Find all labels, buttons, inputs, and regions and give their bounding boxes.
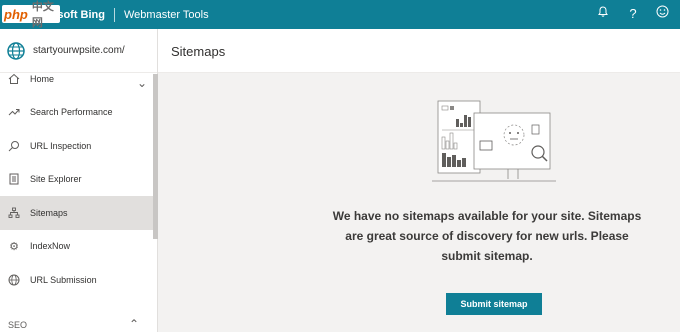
document-icon — [8, 173, 20, 185]
product-label: Webmaster Tools — [124, 8, 209, 21]
sidebar-item-url-inspection[interactable]: URL Inspection — [0, 129, 153, 163]
site-url: startyourwpsite.com/ — [33, 45, 125, 56]
sidebar-item-label: Search Performance — [30, 107, 113, 118]
empty-state-line: submit sitemap. — [441, 249, 533, 263]
home-icon — [8, 73, 20, 85]
sidebar-item-indexnow[interactable]: ⚙ IndexNow — [0, 230, 153, 264]
sidebar-item-label: URL Submission — [30, 274, 97, 285]
gear-icon: ⚙ — [9, 240, 19, 253]
sidebar-item-label: IndexNow — [30, 241, 71, 252]
question-icon[interactable]: ? — [624, 5, 642, 23]
brand-divider — [114, 7, 115, 22]
empty-state-line: are great source of discovery for new ur… — [345, 229, 629, 243]
trend-icon — [8, 106, 20, 118]
main-content: We have no sitemaps available for your s… — [158, 73, 680, 332]
watermark-logo: php 中文网 — [2, 1, 60, 29]
empty-state-message: We have no sitemaps available for your s… — [328, 206, 646, 266]
page-header: Sitemaps — [158, 29, 680, 73]
page-title: Sitemaps — [171, 44, 226, 59]
sidebar-item-label: Sitemaps — [30, 207, 68, 218]
sidebar-item-url-submission[interactable]: URL Submission — [0, 263, 153, 297]
empty-state-line: We have no sitemaps available for your s… — [332, 209, 642, 223]
chevron-up-icon[interactable]: ⌃ — [129, 317, 139, 331]
sidebar-item-home[interactable]: Home — [0, 62, 153, 96]
top-bar: Microsoft Bing Webmaster Tools php 中文网 ? — [0, 0, 680, 29]
sidebar-item-search-performance[interactable]: Search Performance — [0, 96, 153, 130]
sidebar-item-label: Home — [30, 73, 55, 84]
sidebar-item-site-explorer[interactable]: Site Explorer — [0, 163, 153, 197]
sidebar-item-label: URL Inspection — [30, 140, 92, 151]
search-icon — [8, 140, 20, 152]
sitemap-icon — [8, 207, 20, 219]
sidebar-nav: Home Search Performance URL Inspection S… — [0, 62, 153, 297]
section-label: SEO — [8, 319, 28, 330]
smiley-icon[interactable] — [653, 5, 671, 23]
sidebar-item-label: Site Explorer — [30, 174, 82, 185]
globe-icon — [8, 274, 20, 286]
globe-icon — [7, 41, 25, 60]
sidebar-section-seo[interactable]: SEO ⌃ — [0, 317, 153, 332]
sidebar-item-sitemaps[interactable]: Sitemaps — [0, 196, 153, 230]
bell-icon[interactable] — [594, 5, 612, 23]
submit-sitemap-button[interactable]: Submit sitemap — [446, 293, 542, 315]
empty-sitemaps-illustration — [432, 100, 556, 182]
